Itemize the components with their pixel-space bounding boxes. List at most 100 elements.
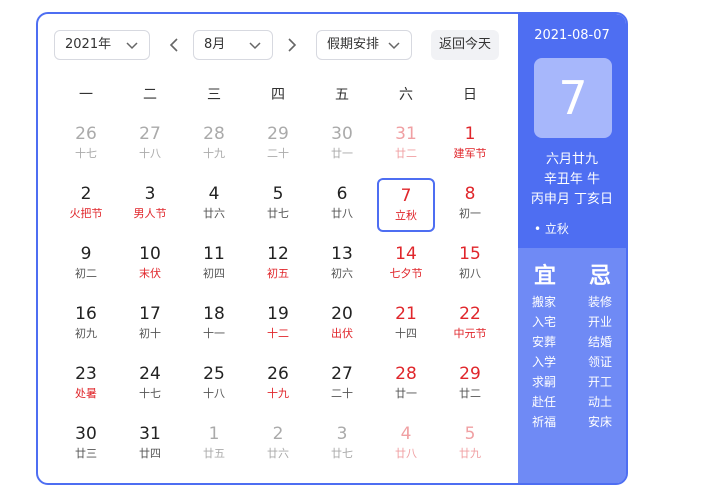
day-number: 28: [203, 124, 225, 144]
ji-title: 忌: [588, 264, 611, 289]
day-cell[interactable]: 26 十九: [249, 358, 307, 412]
day-lunar-label: 廿三: [75, 447, 97, 460]
weekday-label: 五: [335, 87, 349, 103]
day-number: 29: [267, 124, 289, 144]
day-cell[interactable]: 28 十九: [185, 118, 243, 172]
day-number: 21: [395, 304, 417, 324]
weekday-label: 二: [143, 87, 157, 103]
day-number: 12: [267, 244, 289, 264]
prev-month-icon[interactable]: [166, 36, 182, 54]
day-cell[interactable]: 31 廿四: [121, 418, 179, 472]
day-cell[interactable]: 17 初十: [121, 298, 179, 352]
day-number: 31: [395, 124, 417, 144]
day-number: 26: [267, 364, 289, 384]
day-lunar-label: 立秋: [395, 209, 417, 222]
day-cell[interactable]: 12 初五: [249, 238, 307, 292]
day-cell[interactable]: 20 出伏: [313, 298, 371, 352]
holiday-select[interactable]: 假期安排: [316, 30, 412, 60]
yi-item: 入宅: [532, 315, 557, 329]
day-cell[interactable]: 1 廿五: [185, 418, 243, 472]
day-cell[interactable]: 30 廿三: [57, 418, 115, 472]
day-cell[interactable]: 2 火把节: [57, 178, 115, 232]
day-cell[interactable]: 6 廿八: [313, 178, 371, 232]
day-cell[interactable]: 8 初一: [441, 178, 499, 232]
day-lunar-label: 廿一: [395, 387, 417, 400]
day-cell[interactable]: 7 立秋: [377, 178, 435, 232]
day-cell[interactable]: 9 初二: [57, 238, 115, 292]
back-to-today-button[interactable]: 返回今天: [431, 30, 499, 60]
day-cell[interactable]: 3 男人节: [121, 178, 179, 232]
day-number: 13: [331, 244, 353, 264]
day-cell[interactable]: 29 廿二: [441, 358, 499, 412]
day-number: 31: [139, 424, 161, 444]
yi-item: 入学: [532, 355, 557, 369]
day-cell[interactable]: 22 中元节: [441, 298, 499, 352]
ji-list: 装修 开业 结婚 领证 开工 动土 安床: [588, 292, 612, 432]
day-detail-panel: 2021-08-07 7 六月廿九 辛丑年 牛 丙申月 丁亥日 • 立秋 宜 忌…: [518, 14, 626, 483]
day-number: 18: [203, 304, 225, 324]
day-number: 17: [139, 304, 161, 324]
day-lunar-label: 廿七: [267, 207, 289, 220]
day-cell[interactable]: 5 廿七: [249, 178, 307, 232]
day-cell[interactable]: 18 十一: [185, 298, 243, 352]
day-cell[interactable]: 27 二十: [313, 358, 371, 412]
day-cell[interactable]: 10 末伏: [121, 238, 179, 292]
day-cell[interactable]: 19 十二: [249, 298, 307, 352]
day-cell[interactable]: 4 廿六: [185, 178, 243, 232]
day-cell[interactable]: 14 七夕节: [377, 238, 435, 292]
day-cell[interactable]: 11 初四: [185, 238, 243, 292]
lunar-date: 六月廿九: [545, 152, 598, 167]
ji-item: 领证: [588, 355, 613, 369]
day-cell[interactable]: 16 初九: [57, 298, 115, 352]
day-number: 1: [464, 124, 476, 144]
yi-item: 搬家: [532, 295, 557, 309]
day-cell[interactable]: 1 建军节: [441, 118, 499, 172]
day-number: 4: [400, 424, 412, 444]
day-cell[interactable]: 29 二十: [249, 118, 307, 172]
day-cell[interactable]: 31 廿二: [377, 118, 435, 172]
day-number: 6: [336, 184, 348, 204]
day-lunar-label: 七夕节: [389, 267, 423, 280]
day-number: 20: [331, 304, 353, 324]
day-cell[interactable]: 13 初六: [313, 238, 371, 292]
day-cell[interactable]: 5 廿九: [441, 418, 499, 472]
day-number: 27: [139, 124, 161, 144]
day-cell[interactable]: 28 廿一: [377, 358, 435, 412]
day-lunar-label: 廿六: [203, 207, 225, 220]
yi-ji-section: 宜 忌 搬家 入宅 安葬 入学 求嗣 赴任 祈福 装修 开业 结婚 领证 开工 动土 安床: [518, 248, 626, 483]
day-cell[interactable]: 27 十八: [121, 118, 179, 172]
day-cell[interactable]: 2 廿六: [249, 418, 307, 472]
month-select[interactable]: 8月: [193, 30, 273, 60]
day-lunar-label: 十八: [203, 387, 225, 400]
day-lunar-label: 廿二: [459, 387, 481, 400]
day-cell[interactable]: 3 廿七: [313, 418, 371, 472]
day-cell[interactable]: 25 十八: [185, 358, 243, 412]
day-lunar-label: 初八: [459, 267, 481, 280]
day-number: 5: [464, 424, 476, 444]
ji-item: 动土: [588, 395, 613, 409]
day-cell[interactable]: 30 廿一: [313, 118, 371, 172]
day-cell[interactable]: 21 十四: [377, 298, 435, 352]
day-number: 8: [464, 184, 476, 204]
day-number: 9: [80, 244, 92, 264]
day-number: 2: [272, 424, 284, 444]
day-number: 22: [459, 304, 481, 324]
next-month-icon[interactable]: [284, 36, 300, 54]
day-number: 24: [139, 364, 161, 384]
weekday-label: 三: [207, 87, 221, 103]
day-number: 29: [459, 364, 481, 384]
day-lunar-label: 初四: [203, 267, 225, 280]
day-number: 25: [203, 364, 225, 384]
yi-item: 祈福: [532, 415, 557, 429]
day-lunar-label: 十二: [267, 327, 289, 340]
year-select[interactable]: 2021年: [54, 30, 150, 60]
day-cell[interactable]: 4 廿八: [377, 418, 435, 472]
day-cell[interactable]: 23 处暑: [57, 358, 115, 412]
ji-item: 开业: [588, 315, 613, 329]
chevron-down-icon: [126, 42, 138, 50]
day-cell[interactable]: 24 十七: [121, 358, 179, 412]
day-cell[interactable]: 26 十七: [57, 118, 115, 172]
day-cell[interactable]: 15 初八: [441, 238, 499, 292]
day-lunar-label: 处暑: [75, 387, 97, 400]
day-lunar-label: 廿八: [331, 207, 353, 220]
